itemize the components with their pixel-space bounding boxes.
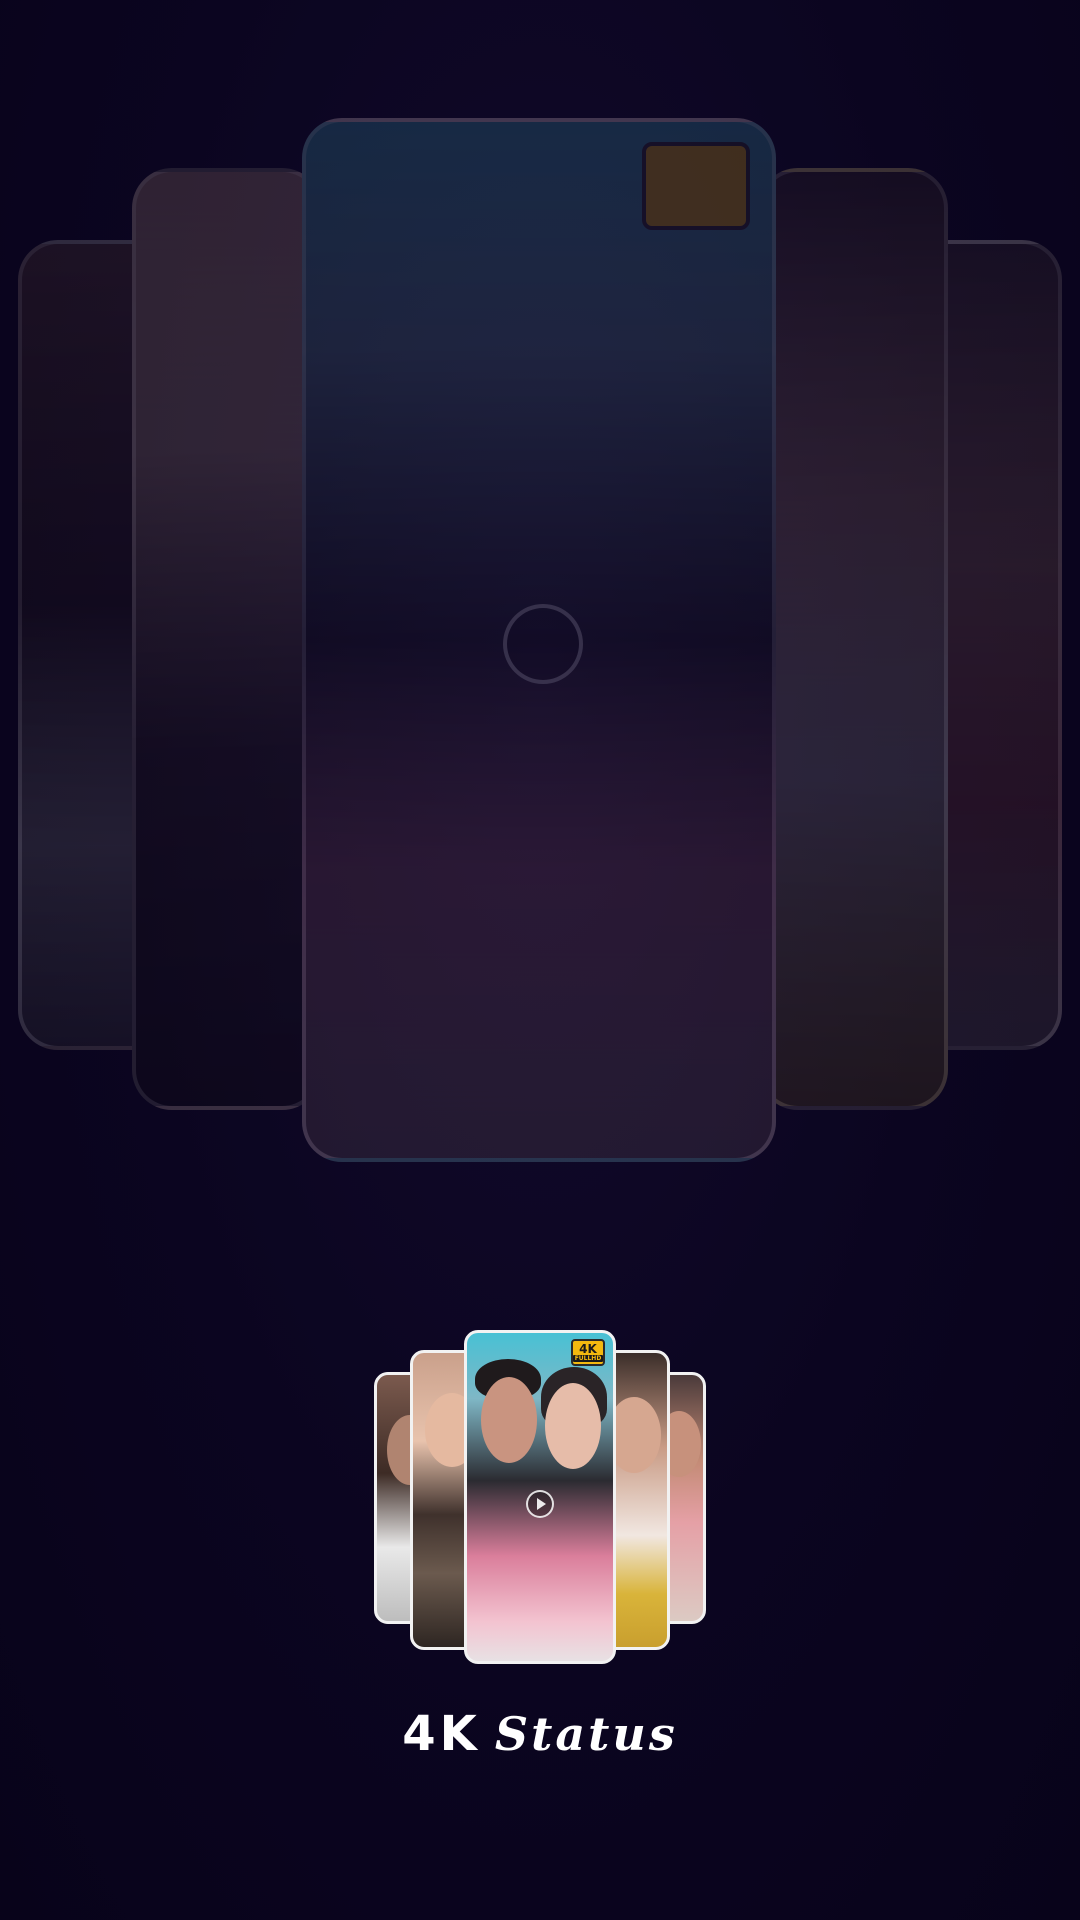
background-play-icon (503, 604, 583, 684)
app-name-status: Status (494, 1707, 678, 1761)
background-card (758, 168, 948, 1110)
logo-card-center: 4K FULLHD (464, 1330, 616, 1664)
app-logo: 4K FULLHD (370, 1330, 710, 1670)
background-badge (642, 142, 750, 230)
portrait-photo (481, 1377, 537, 1463)
background-card (132, 168, 322, 1110)
app-name: 4K Status (0, 1706, 1080, 1762)
app-name-4k: 4K (402, 1706, 481, 1762)
play-icon (526, 1490, 554, 1518)
background-card-center (302, 118, 776, 1162)
badge-fullhd-text: FULLHD (572, 1355, 604, 1362)
portrait-photo (545, 1383, 601, 1469)
badge-4k-text: 4K (579, 1342, 597, 1356)
background-card-fan (0, 0, 1080, 1200)
4k-fullhd-badge: 4K FULLHD (571, 1339, 605, 1366)
splash-screen: 4K FULLHD 4K Status (0, 0, 1080, 1920)
